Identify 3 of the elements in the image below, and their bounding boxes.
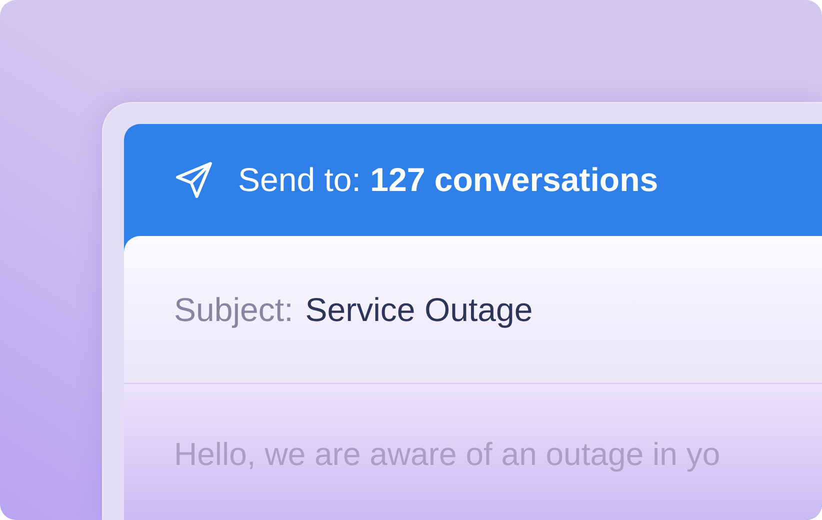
subject-label: Subject: <box>174 290 294 330</box>
send-to-label: Send to: 127 conversations <box>238 160 658 200</box>
subject-value: Service Outage <box>305 290 533 330</box>
